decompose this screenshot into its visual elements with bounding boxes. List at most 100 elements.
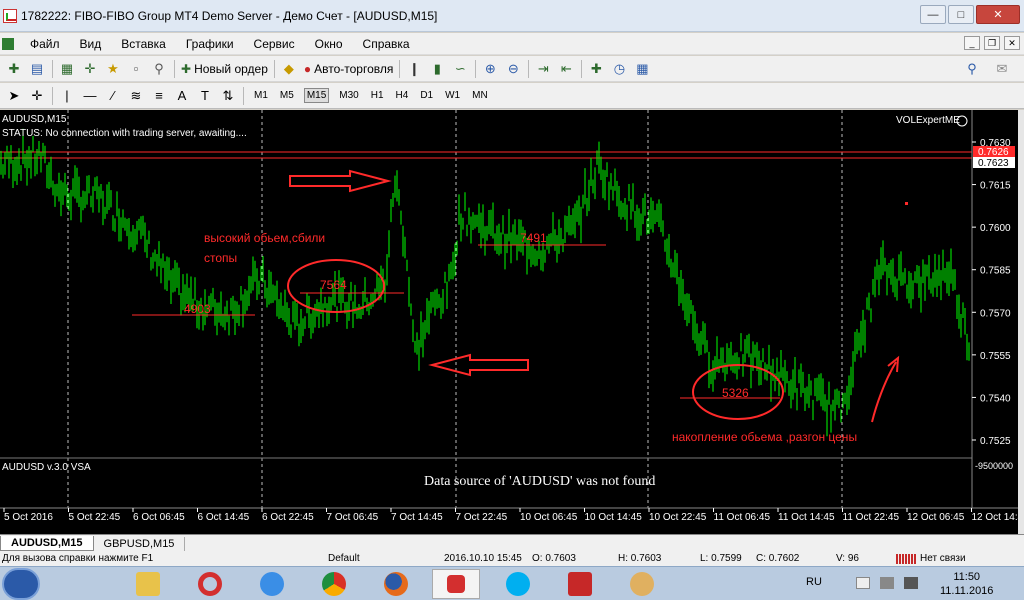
line-studies-toolbar: ➤ ✛ | — ∕ ≋ ≡ A T ⇅ M1 M5 M15 M30 H1 H4 … [0,83,1024,109]
timeframe-mn[interactable]: MN [470,89,490,102]
close-button[interactable]: ✕ [976,5,1020,24]
mdi-minimize-button[interactable]: _ [964,36,980,50]
price-chart[interactable]: 0.7630 0.7615 0.7600 0.7585 0.7570 0.7555 0.75… [0,110,1018,534]
price-tick-label: 0.7585 [980,266,1011,277]
bar-chart-icon[interactable]: ❙ [405,60,423,78]
horizontal-line-icon[interactable]: — [81,87,99,105]
timeframe-m15[interactable]: M15 [303,88,330,103]
taskbar-mt4[interactable] [432,569,480,599]
chart-shift-icon[interactable]: ⇤ [557,60,575,78]
autoscroll-icon[interactable]: ⇥ [534,60,552,78]
toolbar-divider [52,59,53,78]
chart-window-icon[interactable] [2,37,14,50]
chart-symbol-label: AUDUSD,M15 [2,114,67,125]
time-tick-label: 5 Oct 2016 [4,512,53,523]
clock[interactable]: 11:50 11.11.2016 [940,570,993,598]
taskbar-paint[interactable] [618,569,666,599]
timeframe-m1[interactable]: M1 [252,89,270,102]
candlestick-icon[interactable]: ▮ [428,60,446,78]
taskbar-acrobat[interactable] [556,569,604,599]
timeframe-m5[interactable]: M5 [278,89,296,102]
timeframe-m30[interactable]: M30 [337,89,360,102]
text-label-icon[interactable]: T [196,87,214,105]
tab-gbpusd[interactable]: GBPUSD,M15 [94,536,186,551]
taskbar-skype[interactable] [494,569,542,599]
chat-icon[interactable]: ✉ [993,60,1011,78]
menu-view[interactable]: Вид [80,37,102,51]
navigator-icon[interactable]: ★ [104,60,122,78]
taskbar-ie[interactable] [248,569,296,599]
status-high: H: 0.7603 [618,553,662,564]
volume-label: 5326 [722,386,749,400]
new-order-button[interactable]: ✚ Новый ордер [181,62,268,76]
channel-icon[interactable]: ≋ [127,87,145,105]
annotation-high-volume: высокий обьем,сбили стопы [204,231,326,265]
strategy-tester-icon[interactable]: ⚲ [150,60,168,78]
firefox-icon [384,572,408,596]
status-connection: Нет связи [920,553,966,564]
time-tick-label: 7 Oct 14:45 [391,512,443,523]
text-icon[interactable]: A [173,87,191,105]
mdi-restore-button[interactable]: ❐ [984,36,1000,50]
start-button[interactable] [2,568,40,600]
time-tick-label: 10 Oct 06:45 [520,512,578,523]
toolbar-divider [475,59,477,78]
status-low: L: 0.7599 [700,553,742,564]
metaeditor-icon[interactable]: ◆ [280,60,298,78]
terminal-icon[interactable]: ▫ [127,60,145,78]
templates-icon[interactable]: ▦ [633,60,651,78]
menu-window[interactable]: Окно [315,37,343,51]
menu-file[interactable]: Файл [30,37,60,51]
tray-flag-icon[interactable] [856,577,870,589]
menu-tools[interactable]: Сервис [254,37,295,51]
menu-help[interactable]: Справка [363,37,410,51]
market-watch-icon[interactable]: ▦ [58,60,76,78]
data-window-icon[interactable]: ✛ [81,60,99,78]
new-order-label: Новый ордер [194,61,268,76]
arrows-icon[interactable]: ⇅ [219,87,237,105]
crosshair-icon[interactable]: ✛ [28,87,46,105]
pdf-icon [568,572,592,596]
zoom-out-icon[interactable]: ⊖ [504,60,522,78]
profiles-icon[interactable]: ▤ [28,60,46,78]
menu-charts[interactable]: Графики [186,37,234,51]
trendline-icon[interactable]: ∕ [104,87,122,105]
cursor-icon[interactable]: ➤ [5,87,23,105]
new-chart-icon[interactable]: ✚ [5,60,23,78]
minimize-button[interactable]: — [920,5,946,24]
menu-insert[interactable]: Вставка [121,37,166,51]
language-indicator[interactable]: RU [806,576,822,588]
timeframe-w1[interactable]: W1 [443,89,462,102]
vertical-line-icon[interactable]: | [58,87,76,105]
timeframe-h1[interactable]: H1 [369,89,386,102]
price-badge-bid-text: 0.7623 [978,158,1009,169]
status-bar: Для вызова справки нажмите F1 Default 20… [0,552,1024,566]
line-chart-icon[interactable]: ∽ [451,60,469,78]
mdi-close-button[interactable]: ✕ [1004,36,1020,50]
taskbar-firefox[interactable] [372,569,420,599]
timeframe-h4[interactable]: H4 [394,89,411,102]
timeframe-d1[interactable]: D1 [418,89,435,102]
time-tick-label: 10 Oct 22:45 [649,512,707,523]
search-icon[interactable]: ⚲ [963,60,981,78]
taskbar-explorer[interactable] [124,569,172,599]
time-tick-label: 6 Oct 22:45 [262,512,314,523]
periods-icon[interactable]: ◷ [610,60,628,78]
maximize-button[interactable]: □ [948,5,974,24]
status-profile: Default [328,553,360,564]
auto-trading-button[interactable]: ● Авто-торговля [304,62,394,76]
indicators-icon[interactable]: ✚ [587,60,605,78]
tab-audusd[interactable]: AUDUSD,M15 [0,536,94,551]
time-tick-label: 11 Oct 22:45 [843,512,900,523]
zoom-in-icon[interactable]: ⊕ [481,60,499,78]
chart-canvas[interactable]: 0.76300.76150.76000.75850.75700.75550.75… [0,110,1018,534]
tray-network-icon[interactable] [880,577,894,589]
fibonacci-icon[interactable]: ≡ [150,87,168,105]
taskbar-opera[interactable] [186,569,234,599]
app-icon [3,8,17,23]
tray-volume-icon[interactable] [904,577,918,589]
taskbar-chrome[interactable] [310,569,358,599]
arrow-right [289,169,392,193]
status-datetime: 2016.10.10 15:45 [444,553,522,564]
window-title: 1782222: FIBO-FIBO Group MT4 Demo Server… [21,8,438,23]
